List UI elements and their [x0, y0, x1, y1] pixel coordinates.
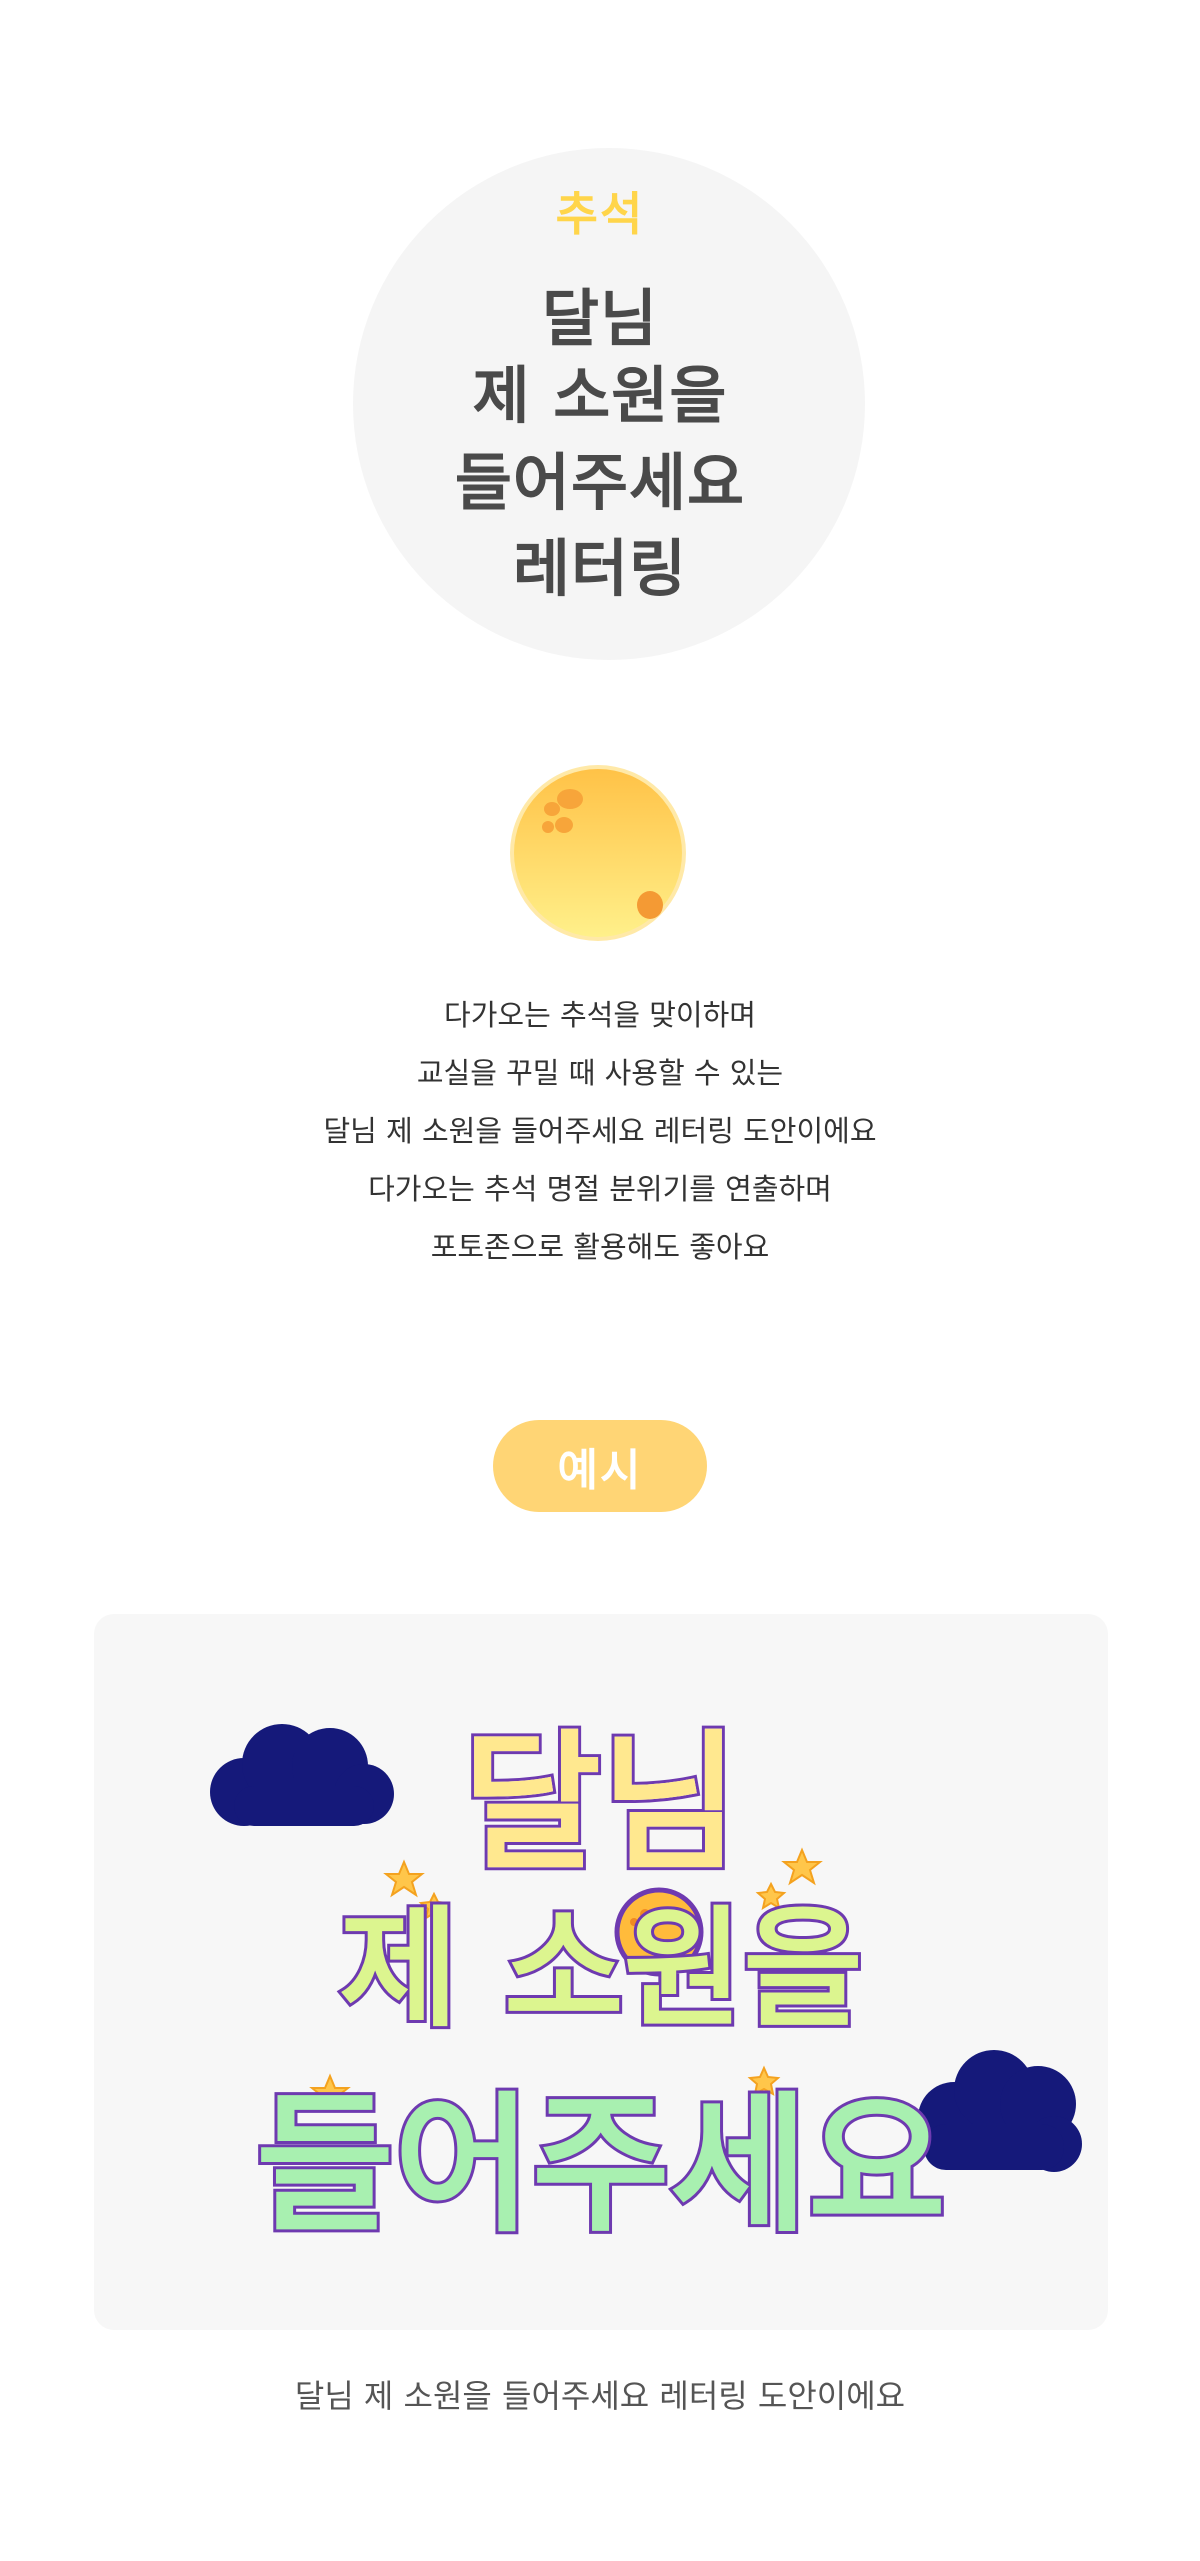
hero-title-line: 레터링: [512, 532, 688, 605]
moon-icon: [508, 763, 688, 943]
description-line: 다가오는 추석을 맞이하며: [444, 998, 756, 1032]
description-line: 달님 제 소원을 들어주세요 레터링 도안이에요: [323, 1114, 877, 1148]
description-line: 다가오는 추석 명절 분위기를 연출하며: [368, 1172, 832, 1206]
hero-title-line: 제 소원을: [472, 359, 728, 432]
example-caption: 달님 제 소원을 들어주세요 레터링 도안이에요: [294, 2377, 906, 2415]
description-line: 교실을 꾸밀 때 사용할 수 있는: [416, 1056, 784, 1090]
hero-kicker: 추석: [555, 187, 645, 241]
description-line: 포토존으로 활용해도 좋아요: [430, 1230, 770, 1264]
example-card: 달님 제 소원을 들어주세요: [94, 1614, 1108, 2330]
example-badge: 예시: [493, 1420, 707, 1512]
example-artwork-line: 들어주세요: [253, 2076, 949, 2256]
example-artwork-line: 제 소원을: [336, 1890, 866, 2048]
hero-title-line: 들어주세요: [454, 446, 746, 519]
example-badge-label: 예시: [557, 1445, 643, 1496]
